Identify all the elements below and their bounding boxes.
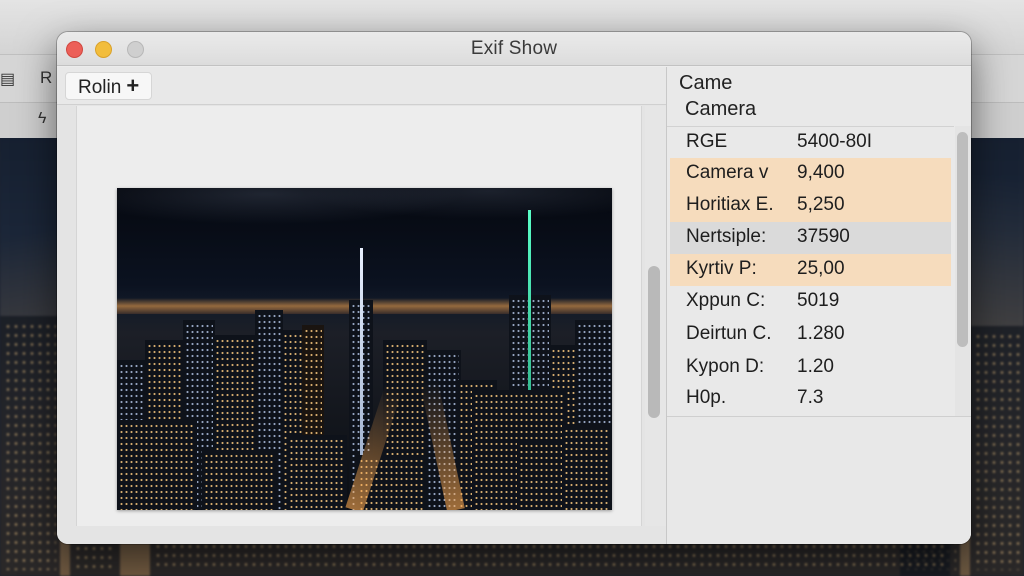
exif-key: Xppun C: xyxy=(686,290,766,311)
window-title: Exif Show xyxy=(470,38,558,59)
exif-row[interactable]: RGE 5400-80I xyxy=(670,127,951,159)
exif-value: 9,400 xyxy=(797,162,845,183)
window-icon: ▤ xyxy=(0,71,16,88)
exif-value: 5019 xyxy=(797,290,840,311)
exif-inspector: Came Camera RGE 5400-80I Camera v 9,400 Ho… xyxy=(666,67,971,544)
exif-row[interactable]: Kypon D: 1.20 xyxy=(670,352,951,384)
exif-key: Kyrtiv P: xyxy=(686,258,757,279)
tab-rolin[interactable]: Rolin + xyxy=(65,72,153,100)
exif-key: Camera v xyxy=(686,162,769,183)
exif-value: 37590 xyxy=(797,226,850,247)
exif-row[interactable]: Deirtun C. 1.280 xyxy=(670,319,951,351)
exif-value: 5,250 xyxy=(797,194,845,215)
image-canvas xyxy=(76,106,642,526)
image-pane: Rolin + xyxy=(57,67,666,544)
exif-row[interactable]: Camera v 9,400 xyxy=(670,158,951,190)
exif-row[interactable]: Kyrtiv P: 25,00 xyxy=(670,254,951,286)
exif-row[interactable]: Horitiax E. 5,250 xyxy=(670,190,951,222)
tab-strip: Rolin + xyxy=(57,67,666,105)
inspector-header: Came xyxy=(679,72,733,94)
exif-key: Nertsiple: xyxy=(686,226,767,247)
exif-value: 1.20 xyxy=(797,356,834,377)
inspector-empty-area xyxy=(667,417,971,544)
exif-table: RGE 5400-80I Camera v 9,400 Horitiax E. 5,2… xyxy=(667,126,954,416)
exif-value: 25,00 xyxy=(797,258,845,279)
exif-show-window: Exif Show Rolin + Came Camera RGE 5400-8… xyxy=(57,32,971,544)
exif-key: Horitiax E. xyxy=(686,194,774,215)
lightning-icon: ϟ xyxy=(38,110,47,127)
exif-key: H0p. xyxy=(686,387,727,408)
exif-value: 5400-80I xyxy=(797,131,873,152)
inspector-subheader: Camera xyxy=(685,98,757,120)
exif-scrollbar[interactable] xyxy=(955,126,971,416)
tab-label: Rolin xyxy=(78,77,122,98)
title-bar[interactable]: Exif Show xyxy=(57,32,971,66)
exif-row[interactable]: Nertsiple: 37590 xyxy=(670,222,951,254)
exif-value: 1.280 xyxy=(797,323,845,344)
background-menu-fragment: R xyxy=(40,68,53,87)
exif-key: Deirtun C. xyxy=(686,323,772,344)
image-scrollbar-thumb[interactable] xyxy=(648,266,660,418)
image-scrollbar[interactable] xyxy=(645,106,666,526)
exif-row[interactable]: H0p. 7.3 xyxy=(670,383,951,415)
exif-key: RGE xyxy=(686,131,728,152)
city-skyline-photo xyxy=(117,188,612,510)
exif-row[interactable]: Xppun C: 5019 xyxy=(670,286,951,318)
exif-value: 7.3 xyxy=(797,387,824,408)
exif-key: Kypon D: xyxy=(686,356,765,377)
add-tab-icon[interactable]: + xyxy=(126,73,139,98)
exif-scrollbar-thumb[interactable] xyxy=(957,132,968,347)
